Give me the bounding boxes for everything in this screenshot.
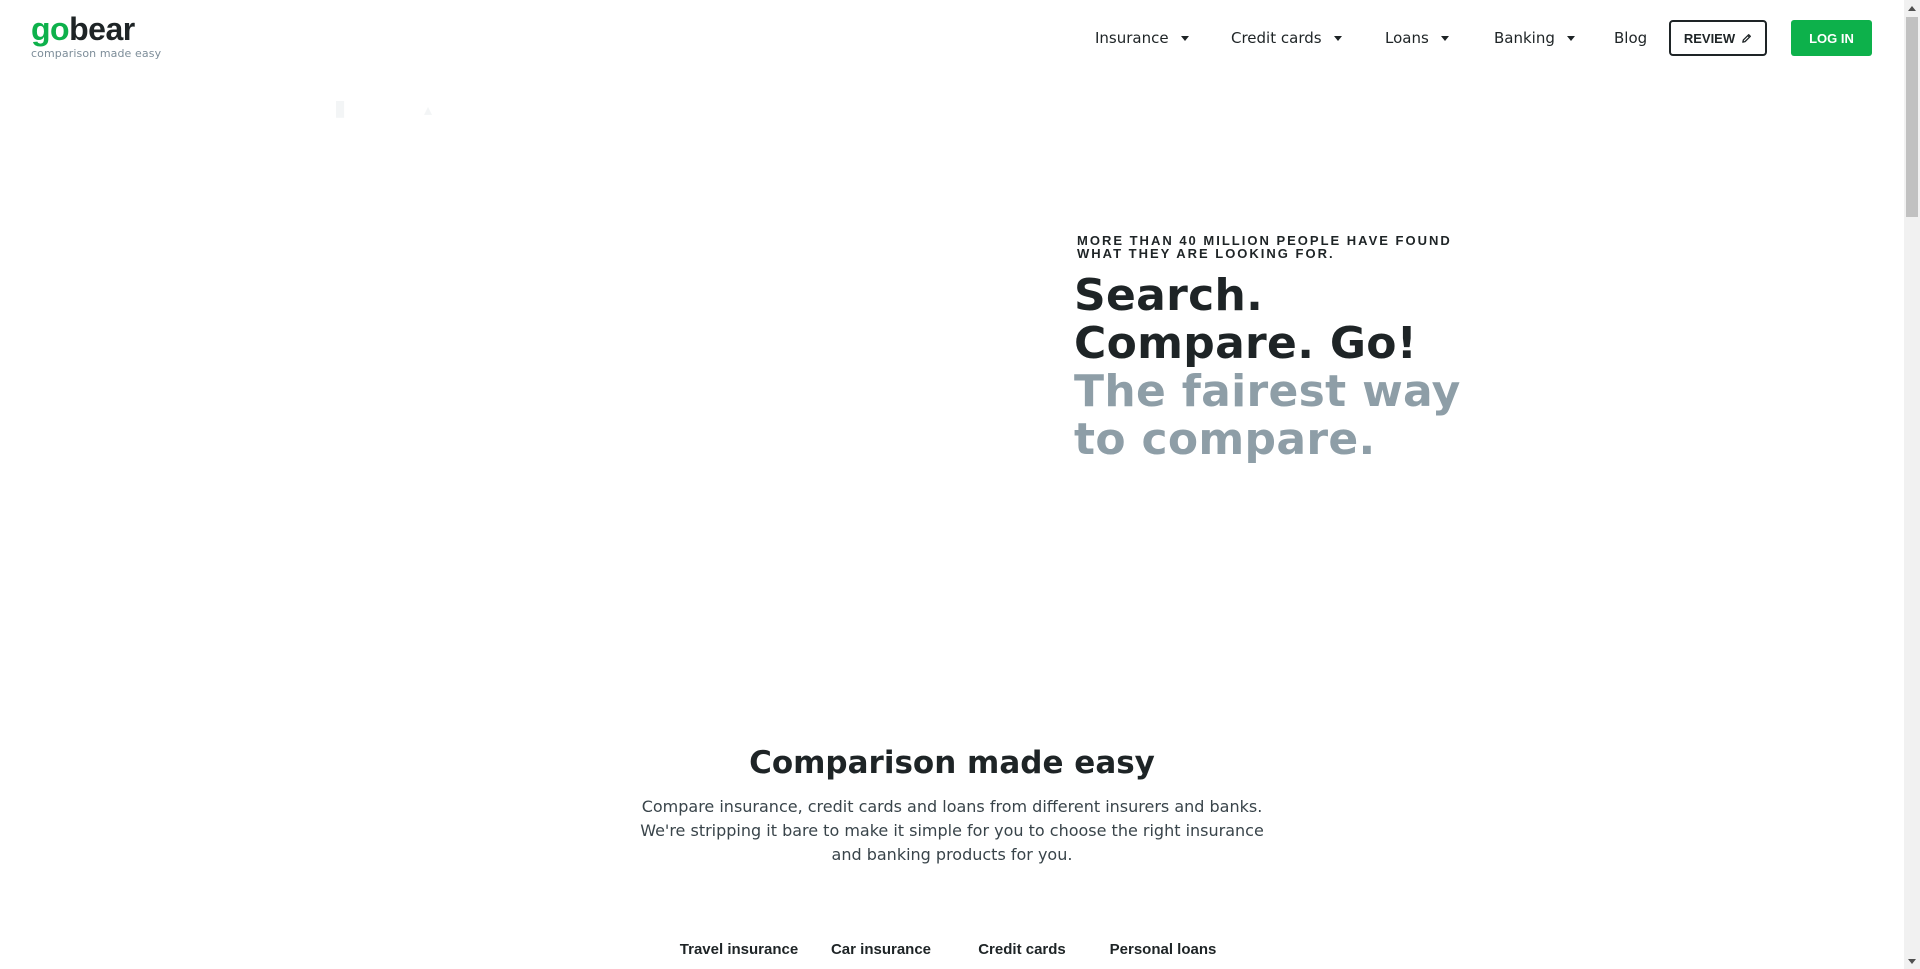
logo-go-text: go [31,11,70,47]
decorative-shape: ▴ [424,100,433,119]
login-button[interactable]: LOG IN [1791,20,1872,56]
tab-travel-insurance[interactable]: Travel insurance [680,941,798,958]
caret-down-icon [1333,35,1342,41]
caret-down-icon [1566,35,1575,41]
nav-item-label: Blog [1614,29,1648,47]
nav-item-loans[interactable]: Loans [1385,29,1449,47]
scrollbar-thumb[interactable] [1906,17,1918,217]
nav-item-credit-cards[interactable]: Credit cards [1231,29,1342,47]
nav-item-label: Banking [1494,29,1555,47]
tab-credit-cards[interactable]: Credit cards [978,941,1066,958]
nav-item-label: Insurance [1095,29,1169,47]
arrow-up-icon [1908,5,1916,11]
vertical-scrollbar[interactable] [1904,0,1920,969]
nav-item-blog[interactable]: Blog [1614,29,1647,47]
logo-tagline: comparison made easy [31,47,162,60]
nav-item-insurance[interactable]: Insurance [1095,29,1189,47]
caret-down-icon [1180,35,1189,41]
nav-item-label: Loans [1385,29,1429,47]
caret-down-icon [1440,35,1449,41]
review-button[interactable]: REVIEW [1669,20,1767,56]
hero-title: Search. Compare. Go! The fairest way to … [1074,272,1504,464]
nav-item-banking[interactable]: Banking [1494,29,1575,47]
tab-car-insurance[interactable]: Car insurance [831,941,931,958]
section-title: Comparison made easy [749,745,1155,781]
hero-title-strong: Search. Compare. Go! [1074,270,1418,369]
nav-item-label: Credit cards [1231,29,1322,47]
arrow-down-icon [1908,958,1916,964]
review-button-label: REVIEW [1683,30,1736,46]
logo-wordmark: gobear [31,12,161,46]
tab-personal-loans[interactable]: Personal loans [1110,941,1217,958]
decorative-shape: ▮ [334,96,347,121]
hero-kicker: MORE THAN 40 MILLION PEOPLE HAVE FOUND W… [1077,233,1452,261]
scroll-up-button[interactable] [1904,0,1920,16]
section-description: Compare insurance, credit cards and loan… [640,797,1264,864]
gobear-logo[interactable]: gobear comparison made easy [31,12,161,60]
scroll-down-button[interactable] [1904,953,1920,969]
logo-bear-text: bear [69,11,135,47]
hero-title-light: The fairest way to compare. [1074,366,1461,465]
pencil-icon [1742,33,1752,43]
site-header: gobear comparison made easy Insurance Cr… [0,0,1904,72]
login-button-label: LOG IN [1809,30,1854,46]
